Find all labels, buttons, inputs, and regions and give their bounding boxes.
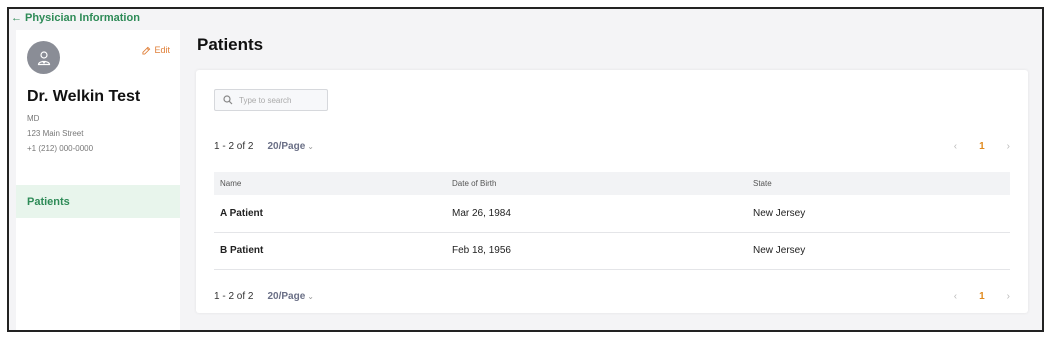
prev-page-button[interactable]: ‹ xyxy=(954,291,957,302)
edit-label: Edit xyxy=(154,45,170,55)
patients-table: Name Date of Birth State A Patient Mar 2… xyxy=(214,172,1010,270)
pagination-bottom: 1 - 2 of 2 20/Page ⌄ ‹ 1 › xyxy=(214,289,1010,303)
search-icon xyxy=(223,95,233,105)
chevron-down-icon: ⌄ xyxy=(307,141,314,151)
edit-icon xyxy=(142,46,151,55)
physician-phone: +1 (212) 000-0000 xyxy=(27,144,94,153)
back-link-label: Physician Information xyxy=(25,12,140,24)
doctor-icon xyxy=(37,50,50,65)
next-page-button[interactable]: › xyxy=(1007,291,1010,302)
edit-physician-button[interactable]: Edit xyxy=(142,45,170,55)
column-header-name[interactable]: Name xyxy=(214,172,446,195)
patient-name-cell[interactable]: B Patient xyxy=(214,232,446,269)
prev-page-button[interactable]: ‹ xyxy=(954,141,957,152)
column-header-dob[interactable]: Date of Birth xyxy=(446,172,747,195)
physician-sidebar: Edit Dr. Welkin Test MD 123 Main Street … xyxy=(16,30,180,330)
page-size-select[interactable]: 20/Page ⌄ xyxy=(267,141,314,152)
avatar xyxy=(27,41,60,74)
patient-state-cell: New Jersey xyxy=(753,245,806,256)
table-header-row: Name Date of Birth State xyxy=(214,172,1010,195)
search-input[interactable] xyxy=(239,95,319,105)
back-to-physician-information-link[interactable]: ← Physician Information xyxy=(11,12,140,24)
physician-name: Dr. Welkin Test xyxy=(27,88,141,105)
pagination-range: 1 - 2 of 2 xyxy=(214,290,254,302)
next-page-button[interactable]: › xyxy=(1007,141,1010,152)
chevron-down-icon: ⌄ xyxy=(307,291,314,301)
arrow-left-icon: ← xyxy=(11,12,22,24)
page-title: Patients xyxy=(197,35,264,54)
page-number-button[interactable]: 1 xyxy=(979,141,985,152)
app-frame: ← Physician Information Edit Dr. Welkin … xyxy=(7,7,1044,332)
physician-address: 123 Main Street xyxy=(27,129,84,138)
page-nav: ‹ 1 › xyxy=(954,291,1010,302)
page-size-value: 20/Page xyxy=(267,140,306,152)
page-number-button[interactable]: 1 xyxy=(979,291,985,302)
patient-dob-cell: Mar 26, 1984 xyxy=(452,207,511,219)
page-size-value: 20/Page xyxy=(267,290,306,302)
pagination-top: 1 - 2 of 2 20/Page ⌄ ‹ 1 › xyxy=(214,139,1010,153)
column-header-state[interactable]: State xyxy=(747,172,1010,195)
search-box[interactable] xyxy=(214,89,328,111)
table-row[interactable]: B Patient Feb 18, 1956 New Jersey xyxy=(214,232,1010,269)
patient-dob-cell: Feb 18, 1956 xyxy=(452,245,511,256)
page-nav: ‹ 1 › xyxy=(954,141,1010,152)
sidebar-item-patients[interactable]: Patients xyxy=(16,185,180,218)
pagination-range: 1 - 2 of 2 xyxy=(214,140,254,152)
patient-name-cell[interactable]: A Patient xyxy=(214,195,446,232)
table-row[interactable]: A Patient Mar 26, 1984 New Jersey xyxy=(214,195,1010,232)
patient-state-cell: New Jersey xyxy=(753,207,806,219)
page-size-select[interactable]: 20/Page ⌄ xyxy=(267,291,314,302)
patients-card: 1 - 2 of 2 20/Page⌄ ‹ 1 › Name Date of B… xyxy=(196,70,1028,313)
physician-title: MD xyxy=(27,114,40,123)
